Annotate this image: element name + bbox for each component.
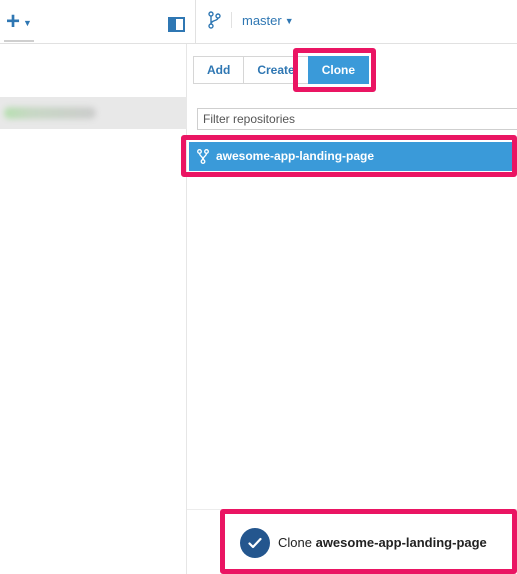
sidebar-header: + ▼: [0, 0, 195, 44]
top-toolbar: master ▼: [196, 0, 517, 44]
clone-prefix: Clone: [278, 535, 312, 550]
repository-name: awesome-app-landing-page: [216, 149, 375, 163]
app-window: + ▼ master ▼ Add Create Clone Filter rep…: [0, 0, 517, 574]
panel-bottom-divider: [187, 509, 517, 510]
repository-panel: Add Create Clone awesome-app-landing-pag…: [187, 44, 517, 574]
clone-repo-name: awesome-app-landing-page: [315, 535, 487, 550]
sidebar: [0, 0, 187, 574]
branch-selector[interactable]: master ▼: [242, 13, 294, 28]
tab-add[interactable]: Add: [193, 56, 245, 84]
sidebar-toggle-icon[interactable]: [168, 17, 185, 32]
filter-repositories-input[interactable]: [197, 108, 517, 130]
chevron-down-icon: ▼: [23, 18, 32, 28]
fork-icon: [197, 149, 209, 164]
sidebar-repo-item[interactable]: [0, 97, 187, 129]
branch-icon[interactable]: [207, 11, 221, 29]
branch-separator: [231, 12, 232, 28]
tab-create[interactable]: Create: [243, 56, 309, 84]
add-menu-underline: [4, 40, 34, 42]
blurred-repo-name: [4, 107, 96, 119]
plus-icon: +: [6, 8, 21, 35]
clone-message: Clone awesome-app-landing-page: [278, 535, 487, 550]
add-repository-menu-button[interactable]: + ▼: [6, 8, 32, 35]
tab-clone[interactable]: Clone: [307, 56, 370, 84]
checkmark-icon: [240, 527, 270, 558]
chevron-down-icon: ▼: [284, 15, 294, 26]
branch-name: master: [242, 13, 282, 28]
repository-tabs: Add Create Clone: [193, 56, 370, 84]
clone-button-bar[interactable]: Clone awesome-app-landing-page: [227, 516, 512, 569]
repository-list-item[interactable]: awesome-app-landing-page: [189, 142, 517, 171]
